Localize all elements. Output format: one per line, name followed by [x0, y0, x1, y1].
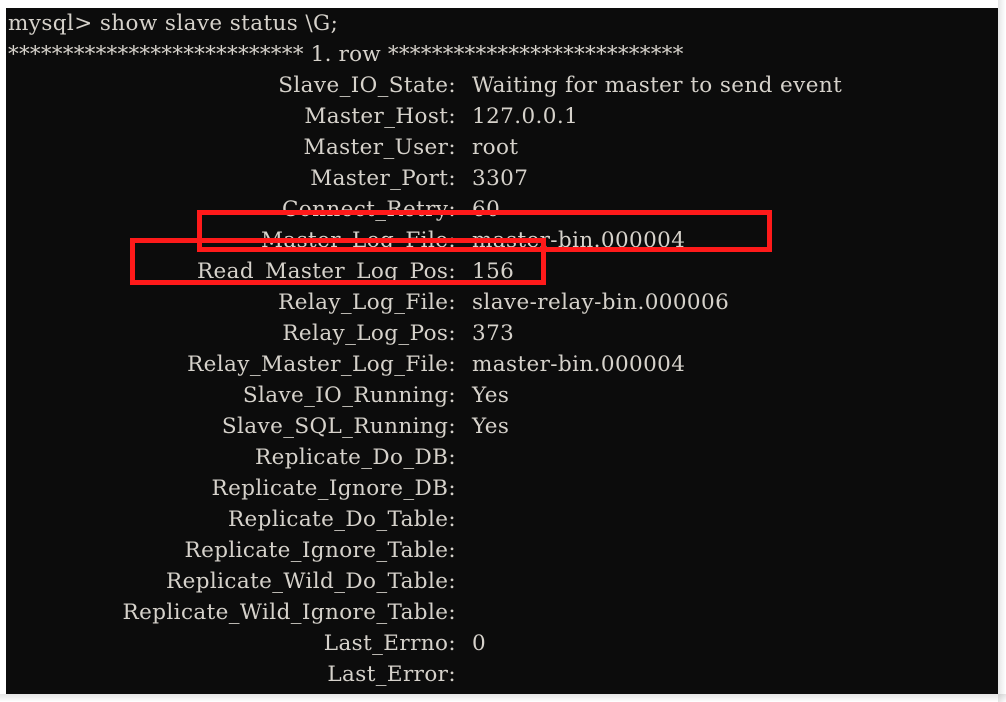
status-row: Replicate_Ignore_DB: [6, 473, 998, 504]
prompt-command-text: mysql> show slave status \G; [8, 11, 339, 36]
status-row-value: 373 [472, 321, 515, 346]
terminal-window[interactable]: mysql> show slave status \G; ***********… [6, 8, 998, 694]
status-row: Master_Host: 127.0.0.1 [6, 101, 998, 132]
status-row-value: root [472, 135, 519, 160]
status-row-value: 0 [472, 631, 487, 656]
status-row-master-log-file: Master_Log_File: master-bin.000004 [6, 225, 998, 256]
status-row: Replicate_Wild_Do_Table: [6, 566, 998, 597]
status-row-label: Slave_SQL_Running: [221, 414, 456, 439]
status-row: Master_User: root [6, 132, 998, 163]
row-separator-line: *************************** 1. row *****… [6, 39, 998, 70]
status-row-value: master-bin.000004 [472, 352, 686, 377]
status-row-label: Read_Master_Log_Pos: [196, 259, 456, 284]
status-row-label: Master_User: [303, 135, 456, 160]
status-row-value: Waiting for master to send event [472, 73, 843, 98]
right-edge-shadow [998, 0, 1006, 702]
status-row: Slave_SQL_Running: Yes [6, 411, 998, 442]
terminal-output: mysql> show slave status \G; ***********… [6, 8, 998, 694]
status-row-label: Relay_Log_Pos: [282, 321, 456, 346]
status-row: Relay_Log_Pos: 373 [6, 318, 998, 349]
row-separator-text: *************************** 1. row *****… [8, 42, 684, 67]
status-row: Connect_Retry: 60 [6, 194, 998, 225]
status-row-label: Last_Error: [327, 662, 456, 687]
status-row-label: Master_Host: [304, 104, 456, 129]
status-row: Last_Error: [6, 659, 998, 690]
status-row-value: master-bin.000004 [472, 228, 686, 253]
status-row-label: Relay_Master_Log_File: [187, 352, 456, 377]
terminal-prompt-line: mysql> show slave status \G; [6, 8, 998, 39]
status-row: Replicate_Do_Table: [6, 504, 998, 535]
status-row-label: Master_Port: [310, 166, 456, 191]
status-row: Slave_IO_State: Waiting for master to se… [6, 70, 998, 101]
status-row-value: Yes [472, 414, 510, 439]
status-row-label: Slave_IO_State: [278, 73, 456, 98]
status-row: Replicate_Wild_Ignore_Table: [6, 597, 998, 628]
status-row-label: Connect_Retry: [281, 197, 456, 222]
status-row-label: Master_Log_File: [260, 228, 456, 253]
status-row: Slave_IO_Running: Yes [6, 380, 998, 411]
status-row-value: 127.0.0.1 [472, 104, 579, 129]
status-row-label: Relay_Log_File: [278, 290, 456, 315]
status-row-label: Last_Errno: [323, 631, 456, 656]
screenshot-root: mysql> show slave status \G; ***********… [0, 0, 1006, 702]
bottom-edge-shadow [0, 694, 1006, 702]
status-row-label: Replicate_Do_DB: [254, 445, 456, 470]
status-row-read-master-log-pos: Read_Master_Log_Pos: 156 [6, 256, 998, 287]
status-row: Master_Port: 3307 [6, 163, 998, 194]
status-row-label: Replicate_Wild_Do_Table: [165, 569, 456, 594]
status-row-value: 3307 [472, 166, 529, 191]
status-row-value: 156 [472, 259, 515, 284]
status-row-value: Yes [472, 383, 510, 408]
status-row-label: Slave_IO_Running: [242, 383, 456, 408]
status-row-value: 60 [472, 197, 501, 222]
status-row-label: Replicate_Do_Table: [227, 507, 456, 532]
status-row: Relay_Log_File: slave-relay-bin.000006 [6, 287, 998, 318]
status-row-label: Replicate_Ignore_DB: [211, 476, 456, 501]
status-row: Relay_Master_Log_File: master-bin.000004 [6, 349, 998, 380]
status-row-value: slave-relay-bin.000006 [472, 290, 730, 315]
status-row: Replicate_Do_DB: [6, 442, 998, 473]
status-row-label: Replicate_Ignore_Table: [184, 538, 456, 563]
status-row: Last_Errno: 0 [6, 628, 998, 659]
status-row: Replicate_Ignore_Table: [6, 535, 998, 566]
status-row-label: Replicate_Wild_Ignore_Table: [122, 600, 456, 625]
